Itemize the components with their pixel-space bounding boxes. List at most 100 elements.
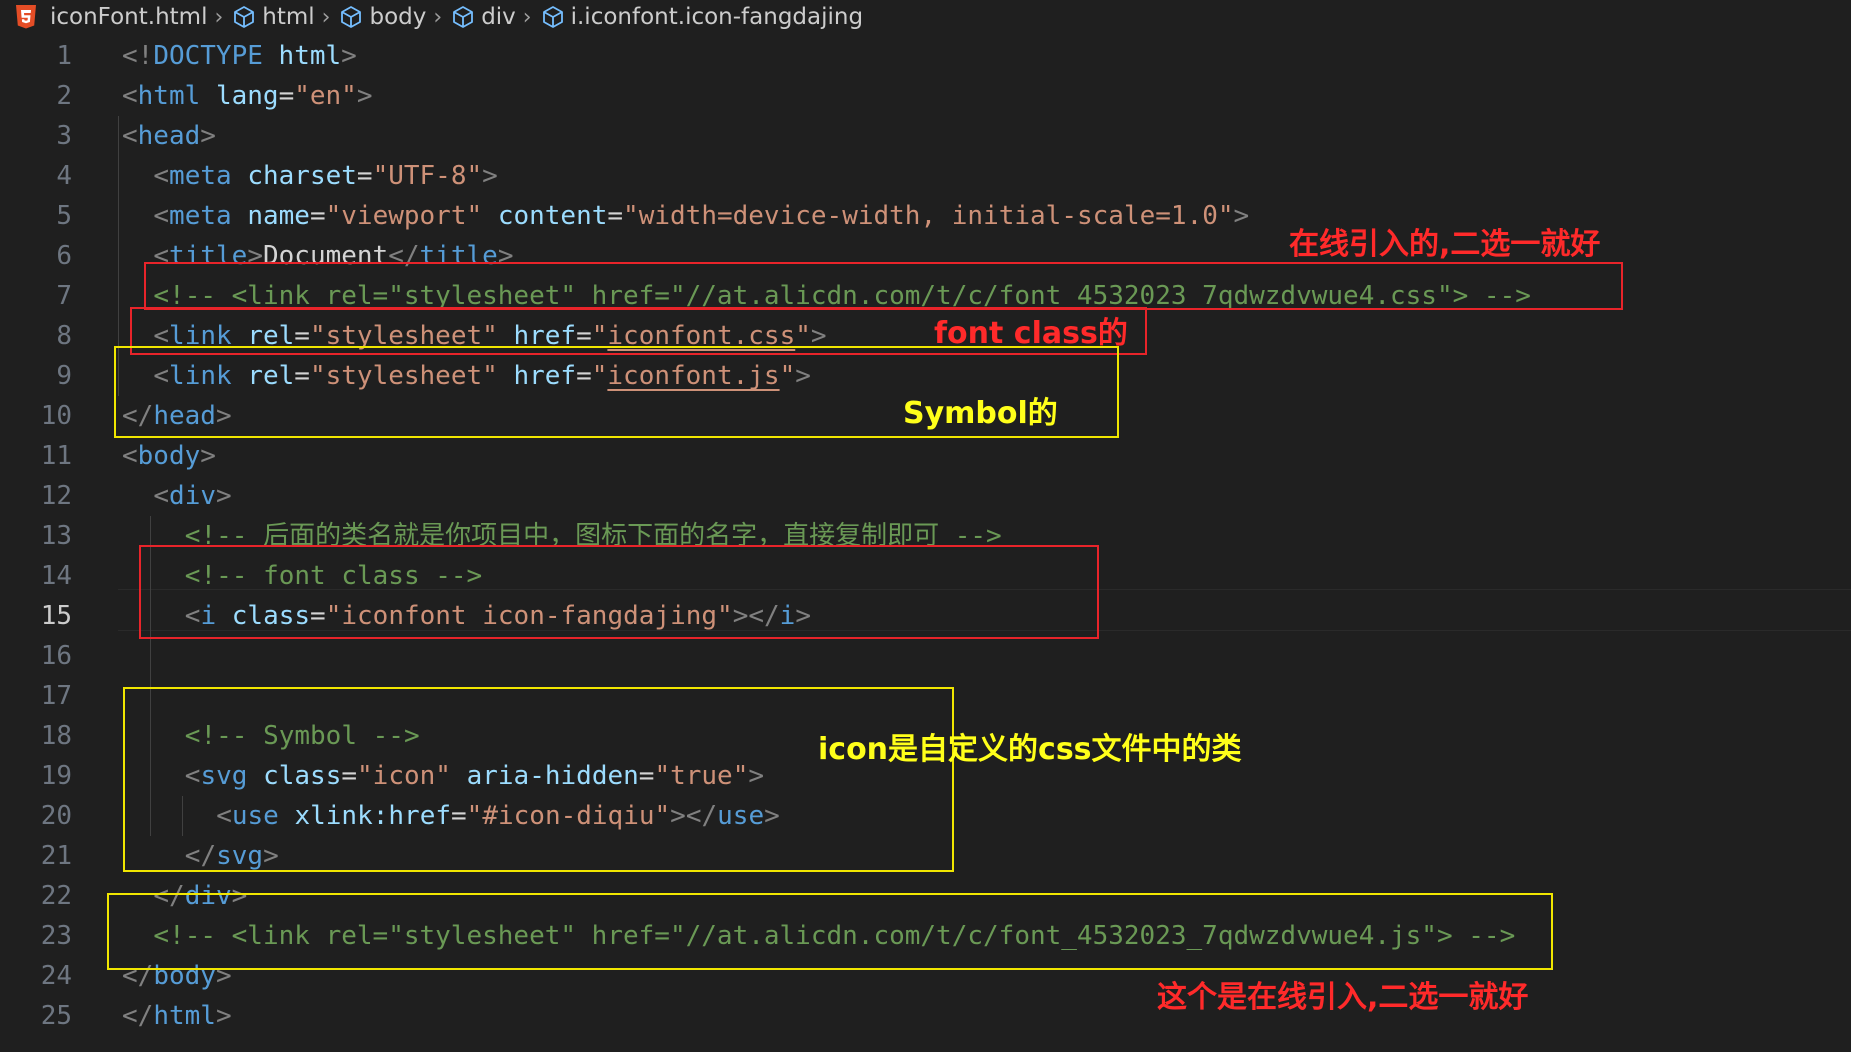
line-number: 23: [40, 921, 72, 951]
code-editor[interactable]: 1 <!DOCTYPE html> 2 <html lang="en"> 3 <head>…: [0, 36, 1851, 1052]
line-number: 9: [56, 361, 72, 391]
code-token: <: [153, 161, 170, 191]
line-number: 1: [56, 41, 72, 71]
cube-icon: [453, 6, 474, 28]
breadcrumb-separator-icon: ›: [214, 4, 224, 30]
code-token: >: [200, 121, 216, 151]
code-token: DOCTYPE: [153, 41, 263, 71]
breadcrumb-separator-icon: ›: [321, 4, 331, 30]
code-token: <: [153, 481, 170, 511]
code-token: lang: [215, 81, 279, 111]
code-line[interactable]: 4 <meta charset="UTF-8">: [0, 156, 1851, 196]
code-token: >: [482, 161, 498, 191]
cube-icon: [542, 6, 563, 28]
line-number: 4: [56, 161, 72, 191]
code-text: <div>: [153, 476, 231, 516]
yellow-box-online-js: [107, 893, 1553, 970]
breadcrumb-file[interactable]: iconFont.html: [50, 4, 207, 30]
code-token: div: [169, 481, 217, 511]
code-token: =: [278, 81, 295, 111]
note-symbol: Symbol的: [903, 396, 1058, 431]
cube-icon: [234, 6, 255, 28]
breadcrumb-path: › html › body › div › i.iconfont.icon-fangdajin…: [207, 4, 863, 30]
line-number: 14: [40, 561, 72, 591]
breadcrumb-separator-icon: ›: [522, 4, 532, 30]
code-line[interactable]: 3 <head>: [0, 116, 1851, 156]
line-number: 22: [40, 881, 72, 911]
code-line[interactable]: 1 <!DOCTYPE html>: [0, 36, 1851, 76]
line-number: 6: [56, 241, 72, 271]
note-online-css: 在线引入的,二选一就好: [1289, 227, 1601, 262]
code-token: >: [215, 1001, 232, 1031]
code-text: </html>: [122, 996, 232, 1036]
code-token: <: [153, 201, 170, 231]
note-font-class: font class的: [934, 316, 1128, 351]
cube-icon: [341, 6, 362, 28]
breadcrumb-item[interactable]: i.iconfont.icon-fangdajing: [541, 4, 863, 30]
note-icon-class: icon是自定义的css文件中的类: [818, 732, 1242, 767]
code-token: "viewport": [325, 201, 483, 231]
line-number: 21: [40, 841, 72, 871]
code-line[interactable]: 25 </html>: [0, 996, 1851, 1036]
line-number: 19: [40, 761, 72, 791]
code-token: >: [216, 481, 232, 511]
code-line[interactable]: 2 <html lang="en">: [0, 76, 1851, 116]
breadcrumb-item[interactable]: html: [232, 4, 315, 30]
line-number: 3: [56, 121, 72, 151]
line-number: 18: [40, 721, 72, 751]
html5-file-icon: [16, 5, 36, 29]
line-number: 15: [40, 601, 72, 631]
code-token: <: [122, 441, 138, 471]
code-token: "en": [294, 81, 357, 111]
code-token: <: [122, 81, 138, 111]
code-text: <meta name="viewport" content="width=dev…: [153, 196, 1249, 236]
code-token: >: [1233, 201, 1250, 231]
line-number: 25: [40, 1001, 72, 1031]
breadcrumb-item[interactable]: div: [451, 4, 516, 30]
red-box-font-class-usage: [139, 545, 1099, 639]
code-token: html: [153, 1001, 216, 1031]
line-number: 16: [40, 641, 72, 671]
code-token: content: [497, 201, 608, 231]
code-token: charset: [247, 161, 357, 191]
line-number: 20: [40, 801, 72, 831]
code-token: meta: [169, 161, 232, 191]
code-token: html: [137, 81, 201, 111]
code-text: <body>: [122, 436, 216, 476]
code-line[interactable]: 16: [0, 636, 1851, 676]
code-token: =: [607, 201, 624, 231]
line-number: 2: [56, 81, 72, 111]
code-token: html: [278, 41, 342, 71]
code-token: =: [356, 161, 373, 191]
note-online-js: 这个是在线引入,二选一就好: [1157, 980, 1529, 1015]
code-token: "UTF-8": [372, 161, 483, 191]
code-token: >: [200, 441, 216, 471]
code-token: body: [137, 441, 201, 471]
code-token: >: [341, 41, 357, 71]
red-box-online-css: [144, 262, 1623, 310]
code-token: =: [309, 201, 326, 231]
code-token: head: [137, 121, 201, 151]
breadcrumb: iconFont.html › html › body › div › i.iconfont.…: [0, 0, 1851, 34]
code-line[interactable]: 12 <div>: [0, 476, 1851, 516]
code-text: <head>: [122, 116, 216, 156]
breadcrumb-separator-icon: ›: [433, 4, 443, 30]
line-number: 5: [56, 201, 72, 231]
yellow-box-symbol-usage: [123, 687, 954, 872]
code-token: >: [356, 81, 373, 111]
code-token: name: [247, 201, 310, 231]
breadcrumb-item[interactable]: body: [339, 4, 426, 30]
code-line[interactable]: 11 <body>: [0, 436, 1851, 476]
code-token: <: [122, 121, 138, 151]
line-number: 7: [56, 281, 72, 311]
code-text: <!DOCTYPE html>: [122, 36, 357, 76]
line-number: 13: [40, 521, 72, 551]
line-number: 11: [40, 441, 72, 471]
code-text: <meta charset="UTF-8">: [153, 156, 497, 196]
code-token: <!: [122, 41, 154, 71]
